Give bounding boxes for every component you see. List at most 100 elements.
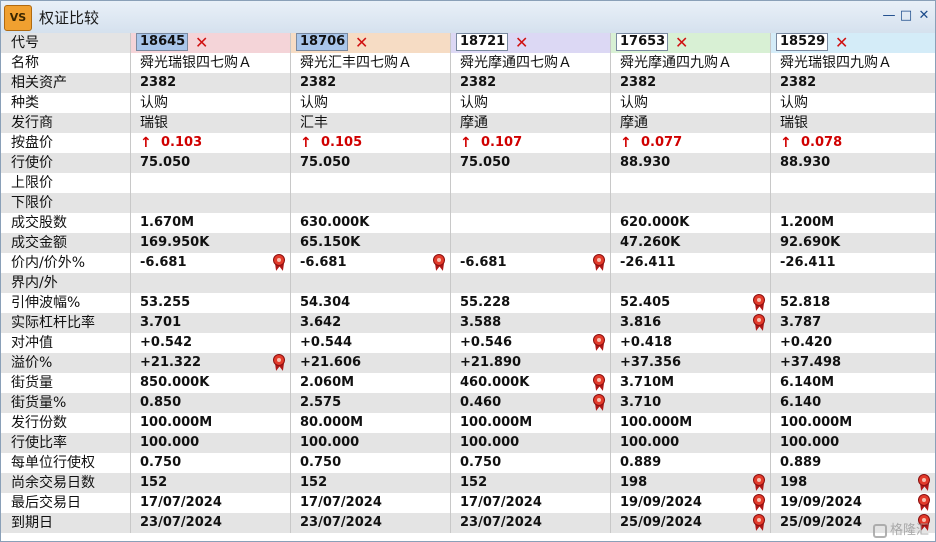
warrant-code-input[interactable]: 18706 [296,33,348,51]
table-cell: 17/07/2024 [131,493,291,513]
row-label: 发行商 [1,113,131,133]
table-row: 发行商 瑞银 汇丰 摩通 摩通 瑞银 [1,113,935,133]
cell-value: -26.411 [780,255,836,270]
cell-value: 3.710 [620,395,662,410]
up-arrow-icon: ↑ [300,135,312,151]
warrant-code-input[interactable]: 18529 [776,33,828,51]
table-cell: 65.150K [291,233,451,253]
table-cell: 80.000M [291,413,451,433]
ribbon-medal-icon [431,254,447,272]
row-label: 下限价 [1,193,131,213]
cell-value: 3.710M [620,375,675,390]
table-cell: 3.588 [451,313,611,333]
cell-value: 100.000 [460,435,520,450]
cell-value: 52.405 [620,295,671,310]
warrant-code-input[interactable]: 18645 [136,33,188,51]
cell-value: 169.950K [140,235,210,250]
cell-value: 65.150K [300,235,361,250]
table-cell: 100.000 [451,433,611,453]
minimize-button[interactable]: — [881,8,897,24]
cell-value: 舜光汇丰四七购Ａ [300,55,412,71]
remove-warrant-button[interactable]: ✕ [835,33,848,53]
cell-value: 152 [140,475,168,490]
cell-value: +0.420 [780,335,833,350]
up-arrow-icon: ↑ [140,135,152,151]
remove-warrant-button[interactable]: ✕ [515,33,528,53]
table-cell: 19/09/2024 [611,493,771,513]
cell-value: 认购 [620,95,648,111]
table-row: 相关资产 2382 2382 2382 2382 2382 [1,73,935,93]
table-cell: ↑ 0.107 [451,133,611,153]
warrant-code-input[interactable]: 18721 [456,33,508,51]
watermark-logo-icon [872,523,887,538]
table-row: 下限价 [1,193,935,213]
table-cell: 460.000K [451,373,611,393]
table-cell: +37.498 [771,353,935,373]
table-cell: 2382 [131,73,291,93]
table-cell: ↑ 0.103 [131,133,291,153]
warrant-code-input[interactable]: 17653 [616,33,668,51]
cell-value: 摩通 [460,115,488,131]
table-cell [131,193,291,213]
table-cell: 18529 ✕ [771,33,935,53]
medal-disc [753,294,765,306]
table-cell: +0.542 [131,333,291,353]
remove-warrant-button[interactable]: ✕ [195,33,208,53]
table-cell: 2382 [291,73,451,93]
table-cell: 100.000M [771,413,935,433]
table-cell: 摩通 [451,113,611,133]
table-cell: +0.420 [771,333,935,353]
close-window-button[interactable]: ✕ [916,8,932,24]
cell-value: 25/09/2024 [620,515,702,530]
table-cell: 2382 [451,73,611,93]
table-cell: 认购 [291,93,451,113]
cell-value: 2.575 [300,395,342,410]
cell-value: 100.000 [620,435,680,450]
medal-disc [753,494,765,506]
row-label: 发行份数 [1,413,131,433]
cell-value: 630.000K [300,215,370,230]
table-cell: 2.060M [291,373,451,393]
cell-value: 1.670M [140,215,195,230]
medal-disc [433,254,445,266]
table-cell: 850.000K [131,373,291,393]
table-cell: 100.000 [611,433,771,453]
table-row: 价内/价外% -6.681 -6.681 -6.681 -26.411 -26.411 [1,253,935,273]
row-label: 成交金额 [1,233,131,253]
table-cell: 舜光摩通四九购Ａ [611,53,771,73]
row-label: 价内/价外% [1,253,131,273]
cell-value: 6.140 [780,395,822,410]
table-cell: 88.930 [771,153,935,173]
cell-value: 198 [620,475,648,490]
table-row: 尚余交易日数 152 152 152 198 198 [1,473,935,493]
row-label: 行使价 [1,153,131,173]
cell-value: 100.000M [460,415,533,430]
table-cell: 100.000M [611,413,771,433]
row-label: 对冲值 [1,333,131,353]
cell-value: 瑞银 [780,115,808,131]
row-label: 种类 [1,93,131,113]
medal-disc [918,494,930,506]
cell-value: -26.411 [620,255,676,270]
remove-warrant-button[interactable]: ✕ [675,33,688,53]
table-cell: 3.787 [771,313,935,333]
cell-value: +0.542 [140,335,193,350]
table-cell: 75.050 [291,153,451,173]
cell-value: 0.750 [140,455,182,470]
row-label: 每单位行使权 [1,453,131,473]
cell-value: 47.260K [620,235,681,250]
ribbon-medal-icon [591,254,607,272]
table-cell [771,173,935,193]
cell-value: 460.000K [460,375,530,390]
table-cell: ↑ 0.078 [771,133,935,153]
cell-value: -6.681 [140,255,187,270]
remove-warrant-button[interactable]: ✕ [355,33,368,53]
table-cell [611,193,771,213]
maximize-button[interactable]: □ [898,8,914,24]
cell-value: 舜光瑞银四七购Ａ [140,55,252,71]
table-cell [451,173,611,193]
medal-disc [593,394,605,406]
medal-disc [593,334,605,346]
cell-value: 54.304 [300,295,351,310]
cell-value: 1.200M [780,215,835,230]
